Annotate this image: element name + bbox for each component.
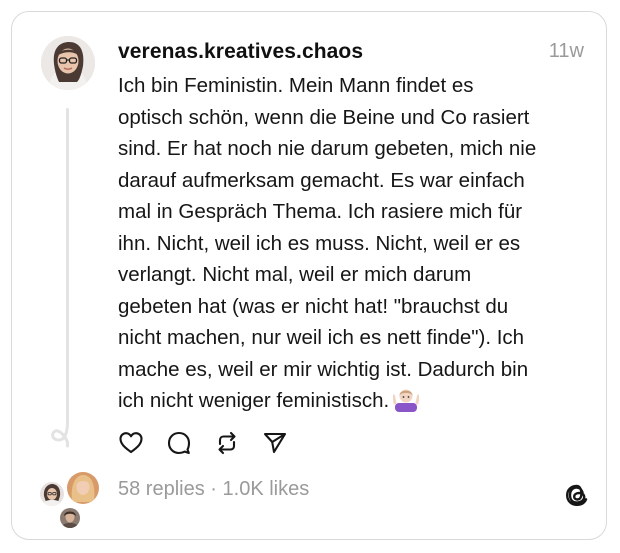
threads-logo-icon[interactable] [563,481,591,509]
replier-avatars[interactable] [38,470,102,530]
thread-connector-line [66,108,69,426]
thread-curl-icon [51,420,69,448]
author-username[interactable]: verenas.kreatives.chaos [118,40,363,64]
replies-count[interactable]: 58 replies [118,478,205,500]
stats-separator: · [210,478,217,500]
author-avatar[interactable] [41,36,95,90]
post-stats: 58 replies · 1.0K likes [118,478,309,501]
post-body-text: Ich bin Feministin. Mein Mann findet es … [118,74,537,412]
replier-avatar [65,470,101,506]
comment-icon[interactable] [166,430,192,456]
repost-icon[interactable] [214,430,240,456]
likes-count[interactable]: 1.0K likes [223,478,310,500]
send-icon[interactable] [262,430,288,456]
replier-avatar [38,480,66,508]
heart-icon[interactable] [118,430,144,456]
post-body: Ich bin Feministin. Mein Mann findet es … [118,70,588,422]
post-timestamp: 11w [548,40,584,62]
replier-avatar [58,506,82,530]
person-shrugging-emoji [392,386,421,422]
